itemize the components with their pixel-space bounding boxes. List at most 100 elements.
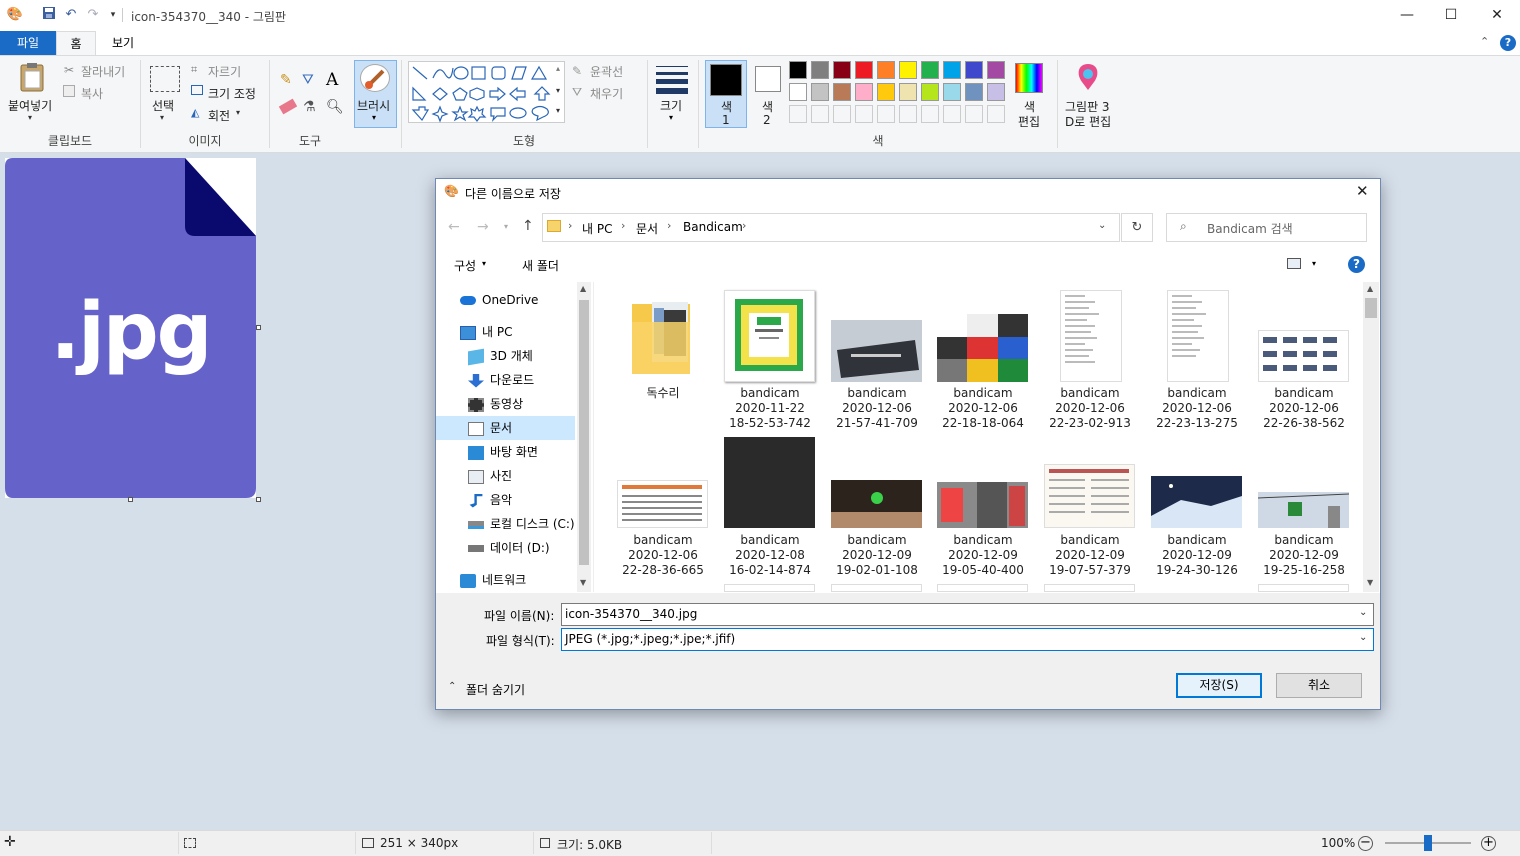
file-name-date[interactable]: 22-26-38-562 (1254, 416, 1354, 431)
file-name-date[interactable]: 19-25-16-258 (1254, 563, 1354, 578)
bandicam-thumbnail-1[interactable] (724, 290, 815, 382)
hide-folders-button[interactable]: 폴더 숨기기 (466, 681, 525, 698)
bandicam-thumbnail-2[interactable] (831, 320, 922, 382)
cut-button[interactable]: 잘라내기 (81, 63, 125, 80)
file-name-date[interactable]: 22-28-36-665 (613, 563, 713, 578)
nav-scroll-thumb[interactable] (579, 300, 589, 565)
bandicam-thumbnail-10[interactable] (937, 482, 1028, 528)
filetype-dropdown-icon[interactable]: ⌄ (1359, 632, 1367, 643)
color2-swatch[interactable] (755, 66, 781, 92)
file-scroll-up-icon[interactable]: ▲ (1367, 284, 1373, 293)
rotate-dropdown-icon[interactable]: ▾ (236, 108, 240, 117)
nav-scroll-up-icon[interactable]: ▲ (580, 284, 586, 293)
undo-icon[interactable]: ↶ (62, 6, 80, 24)
forward-icon[interactable]: → (477, 219, 489, 235)
file-name-label[interactable]: bandicam (1040, 533, 1140, 548)
palette-swatch[interactable] (899, 83, 917, 101)
bandicam-thumbnail-13[interactable] (1257, 492, 1350, 528)
bandicam-thumbnail-4[interactable] (1060, 290, 1122, 382)
refresh-icon[interactable]: ↻ (1121, 213, 1153, 242)
file-name-date[interactable]: 2020-12-06 (933, 401, 1033, 416)
file-name-date[interactable]: 2020-12-09 (1147, 548, 1247, 563)
size-icon[interactable] (656, 64, 688, 94)
rotate-button[interactable]: 회전 (208, 107, 230, 124)
select-icon[interactable] (150, 66, 180, 92)
file-name-date[interactable]: 2020-12-06 (1254, 401, 1354, 416)
filename-dropdown-icon[interactable]: ⌄ (1359, 607, 1367, 618)
paste-dropdown-icon[interactable]: ▾ (28, 113, 32, 122)
breadcrumb-documents[interactable]: 문서 (636, 220, 658, 237)
file-name-date[interactable]: 2020-12-09 (1040, 548, 1140, 563)
bandicam-thumbnail-3[interactable] (937, 314, 1028, 382)
fill-icon[interactable]: ⛛ (302, 72, 314, 88)
bandicam-thumbnail-partial[interactable] (724, 584, 815, 592)
palette-swatch[interactable] (811, 105, 829, 123)
tab-view[interactable]: 보기 (100, 31, 146, 55)
file-name-label[interactable]: bandicam (827, 386, 927, 401)
breadcrumb-pc[interactable]: 내 PC (582, 220, 612, 237)
customize-qa-icon[interactable]: ▾ (104, 6, 122, 24)
shapes-scroll-up-icon[interactable]: ▴ (556, 64, 560, 73)
palette-swatch[interactable] (921, 61, 939, 79)
palette-swatch[interactable] (899, 61, 917, 79)
bandicam-thumbnail-7[interactable] (617, 480, 708, 528)
resize-handle-bottom[interactable] (128, 497, 133, 502)
paint3d-label-2[interactable]: D로 편집 (1065, 113, 1111, 130)
file-name-label[interactable]: bandicam (933, 533, 1033, 548)
file-name-label[interactable]: bandicam (720, 386, 820, 401)
redo-icon[interactable]: ↷ (84, 6, 102, 24)
file-name-date[interactable]: 19-24-30-126 (1147, 563, 1247, 578)
file-name-label[interactable]: bandicam (933, 386, 1033, 401)
file-scrollbar[interactable] (1363, 282, 1379, 592)
bandicam-thumbnail-12[interactable] (1151, 476, 1242, 528)
filetype-select[interactable]: JPEG (*.jpg;*.jpeg;*.jpe;*.jfif) (561, 628, 1374, 651)
close-window-button[interactable]: ✕ (1474, 0, 1520, 31)
file-name-date[interactable]: 22-23-02-913 (1040, 416, 1140, 431)
shapes-more-icon[interactable]: ▾ (556, 106, 560, 115)
file-name-date[interactable]: 16-02-14-874 (720, 563, 820, 578)
palette-swatch[interactable] (899, 105, 917, 123)
brush-dropdown-icon[interactable]: ▾ (372, 113, 376, 122)
maximize-button[interactable]: ☐ (1428, 0, 1474, 31)
tab-home[interactable]: 홈 (56, 31, 96, 55)
select-button[interactable]: 선택 (152, 97, 174, 114)
palette-swatch[interactable] (789, 83, 807, 101)
recent-locations-icon[interactable]: ▾ (504, 222, 508, 231)
palette-swatch[interactable] (877, 61, 895, 79)
palette-swatch[interactable] (855, 61, 873, 79)
resize-handle-corner[interactable] (256, 497, 261, 502)
file-name-label[interactable]: bandicam (720, 533, 820, 548)
file-name-date[interactable]: 2020-12-09 (827, 548, 927, 563)
bandicam-thumbnail-partial[interactable] (831, 584, 922, 592)
file-name-date[interactable]: 19-02-01-108 (827, 563, 927, 578)
bandicam-thumbnail-partial[interactable] (1258, 584, 1349, 592)
palette-swatch[interactable] (965, 105, 983, 123)
copy-button[interactable]: 복사 (81, 85, 103, 102)
file-name-date[interactable]: 2020-11-22 (720, 401, 820, 416)
bandicam-thumbnail-partial[interactable] (937, 584, 1028, 592)
palette-swatch[interactable] (987, 83, 1005, 101)
nav-item[interactable]: OneDrive (460, 288, 590, 312)
nav-scroll-down-icon[interactable]: ▼ (580, 578, 586, 587)
fill-shape-button[interactable]: 채우기 (590, 85, 623, 102)
bandicam-thumbnail-9[interactable] (831, 480, 922, 528)
palette-swatch[interactable] (855, 83, 873, 101)
file-scroll-thumb[interactable] (1365, 298, 1377, 318)
paint3d-icon[interactable] (1074, 62, 1102, 92)
file-name-date[interactable]: 22-23-13-275 (1147, 416, 1247, 431)
palette-swatch[interactable] (855, 105, 873, 123)
outline-button[interactable]: 윤곽선 (590, 63, 623, 80)
palette-swatch[interactable] (833, 61, 851, 79)
file-name-label[interactable]: bandicam (1040, 386, 1140, 401)
bandicam-thumbnail-11[interactable] (1044, 464, 1135, 528)
file-name-date[interactable]: 2020-12-06 (1040, 401, 1140, 416)
dialog-close-button[interactable]: ✕ (1356, 182, 1369, 200)
palette-swatch[interactable] (789, 61, 807, 79)
tab-file[interactable]: 파일 (0, 31, 56, 55)
magnifier-icon[interactable]: 🔍︎ (326, 99, 344, 115)
collapse-ribbon-icon[interactable]: ⌃ (1480, 35, 1489, 48)
shapes-gallery[interactable] (408, 61, 565, 123)
resize-button[interactable]: 크기 조정 (208, 85, 256, 102)
nav-item[interactable]: 내 PC (460, 320, 590, 344)
file-name-date[interactable]: 2020-12-06 (1147, 401, 1247, 416)
